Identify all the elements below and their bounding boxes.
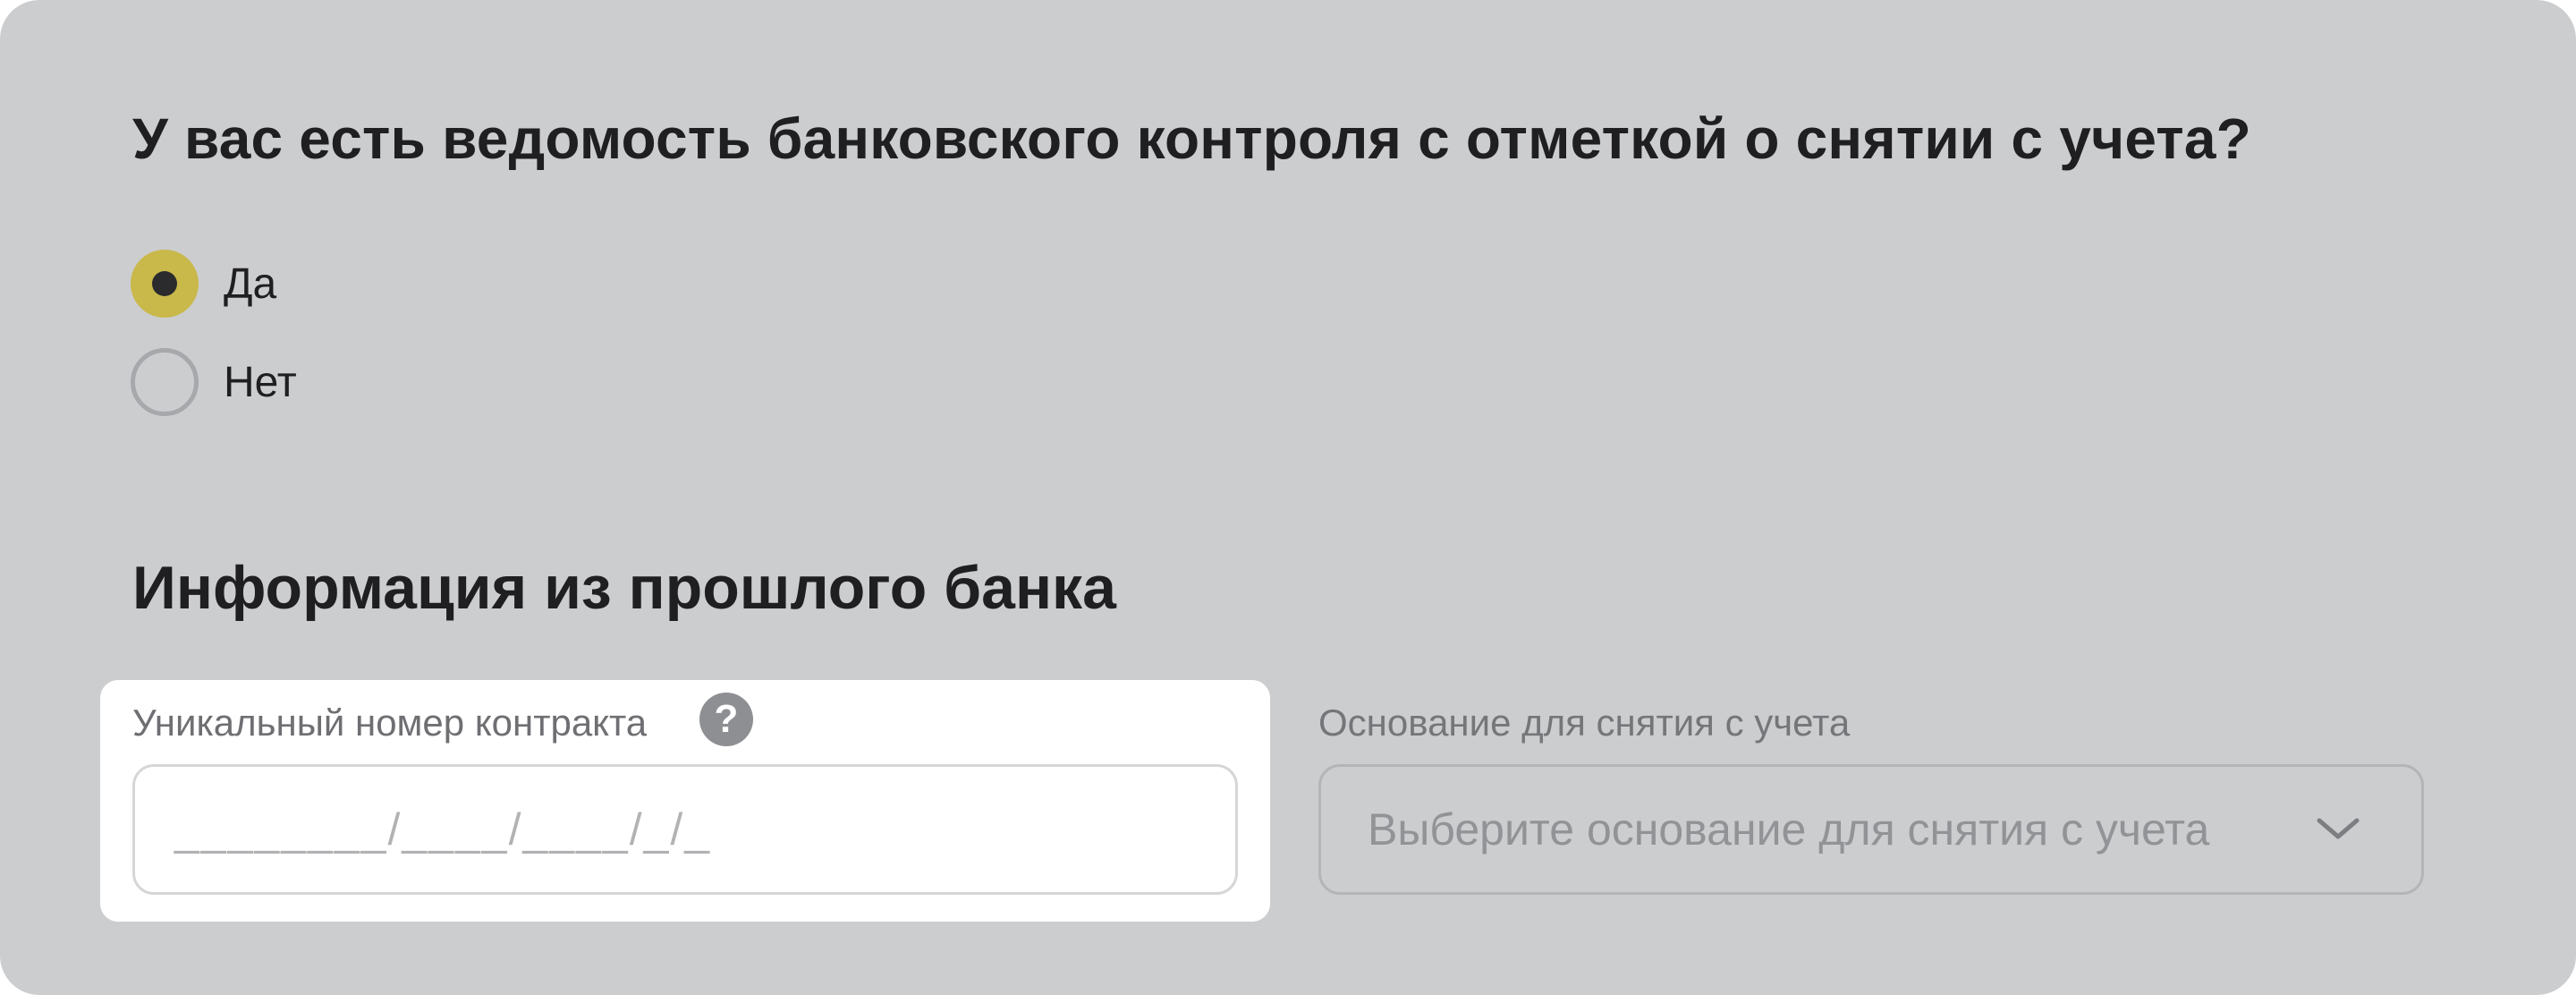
reason-select[interactable]: Выберите основание для снятия с учета <box>1318 764 2424 895</box>
radio-checked-icon[interactable] <box>131 250 199 318</box>
radio-option-yes[interactable]: Да <box>131 250 276 318</box>
contract-number-placeholder: ________/____/____/_/_ <box>174 804 712 855</box>
help-question-icon[interactable]: ? <box>699 693 753 746</box>
contract-number-label: Уникальный номер контракта <box>132 702 648 744</box>
radio-unchecked-icon[interactable] <box>131 348 199 416</box>
question-title: У вас есть ведомость банковского контрол… <box>132 106 2251 171</box>
contract-number-input[interactable]: ________/____/____/_/_ <box>132 764 1238 895</box>
reason-select-placeholder: Выберите основание для снятия с учета <box>1368 804 2210 855</box>
form-panel: У вас есть ведомость банковского контрол… <box>0 0 2576 995</box>
reason-label: Основание для снятия с учета <box>1318 702 1851 744</box>
radio-option-no[interactable]: Нет <box>131 348 297 416</box>
section-title: Информация из прошлого банка <box>132 554 1116 622</box>
radio-label-yes: Да <box>224 259 277 308</box>
radio-label-no: Нет <box>224 358 297 406</box>
chevron-down-icon <box>2317 818 2360 839</box>
